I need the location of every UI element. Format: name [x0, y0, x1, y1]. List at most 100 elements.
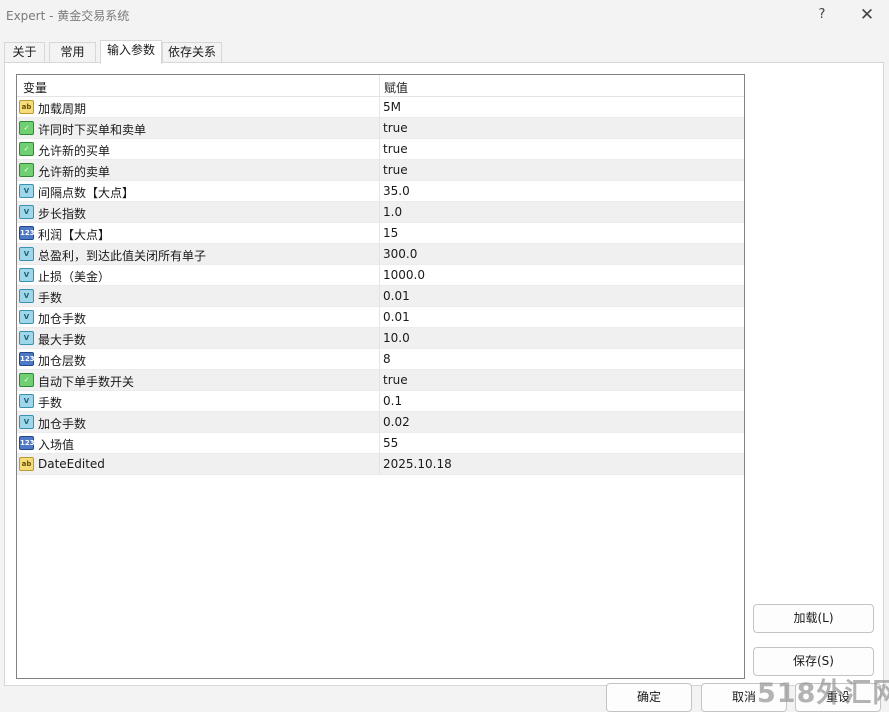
bool-type-icon: ✓ [19, 142, 34, 156]
table-row[interactable]: V 加仓手数 0.02 [17, 412, 744, 433]
parameter-value[interactable]: 0.1 [383, 394, 402, 408]
parameter-value[interactable]: 8 [383, 352, 391, 366]
double-type-icon: V [19, 184, 34, 198]
cell-divider [379, 307, 380, 328]
parameter-value[interactable]: 0.02 [383, 415, 410, 429]
parameter-name: 允许新的卖单 [38, 165, 111, 179]
table-row[interactable]: V 总盈利，到达此值关闭所有单子 300.0 [17, 244, 744, 265]
parameter-value[interactable]: true [383, 163, 408, 177]
watermark-logo: 518外汇网 [757, 678, 889, 709]
cell-divider [379, 244, 380, 265]
table-row[interactable]: V 间隔点数【大点】 35.0 [17, 181, 744, 202]
tab-common[interactable]: 常用 [49, 42, 96, 63]
int-type-icon: 123 [19, 226, 35, 240]
parameter-name: 加载周期 [38, 102, 87, 116]
table-row[interactable]: V 手数 0.1 [17, 391, 744, 412]
parameter-value[interactable]: true [383, 142, 408, 156]
tab-about[interactable]: 关于 [4, 42, 45, 63]
parameter-value[interactable]: 35.0 [383, 184, 410, 198]
cell-divider [379, 370, 380, 391]
int-type-icon: 123 [19, 436, 35, 450]
bool-type-icon: ✓ [19, 373, 34, 387]
cell-divider [379, 139, 380, 160]
parameter-value[interactable]: true [383, 373, 408, 387]
tab-inputs[interactable]: 输入参数 [100, 40, 162, 64]
table-row[interactable]: 123 入场值 55 [17, 433, 744, 454]
parameter-name: 入场值 [38, 438, 75, 452]
table-row[interactable]: V 手数 0.01 [17, 286, 744, 307]
parameter-name: 手数 [38, 291, 63, 305]
cell-divider [379, 433, 380, 454]
cell-divider [379, 202, 380, 223]
int-type-icon: 123 [19, 352, 35, 366]
load-button[interactable]: 加载(L) [753, 604, 874, 633]
cell-divider [379, 265, 380, 286]
grid-rows: ab 加载周期 5M ✓ 许同时下买单和卖单 true ✓ 允许新的买单 true ✓ 允许新的卖… [17, 97, 744, 475]
table-row[interactable]: V 止损（美金） 1000.0 [17, 265, 744, 286]
parameter-name: 加仓层数 [38, 354, 87, 368]
cell-divider [379, 391, 380, 412]
cell-divider [379, 286, 380, 307]
cell-divider [379, 118, 380, 139]
parameter-value[interactable]: 1000.0 [383, 268, 425, 282]
column-header-value[interactable]: 赋值 [384, 79, 408, 96]
table-row[interactable]: ✓ 自动下单手数开关 true [17, 370, 744, 391]
table-row[interactable]: 123 利润【大点】 15 [17, 223, 744, 244]
parameter-name: 加仓手数 [38, 312, 87, 326]
table-row[interactable]: V 加仓手数 0.01 [17, 307, 744, 328]
parameter-name: 手数 [38, 396, 63, 410]
double-type-icon: V [19, 415, 34, 429]
parameter-value[interactable]: 2025.10.18 [383, 457, 452, 471]
ok-button[interactable]: 确定 [606, 683, 692, 712]
bool-type-icon: ✓ [19, 121, 34, 135]
cell-divider [379, 97, 380, 118]
cell-divider [379, 412, 380, 433]
string-type-icon: ab [19, 457, 34, 471]
cell-divider [379, 328, 380, 349]
parameter-value[interactable]: 0.01 [383, 310, 410, 324]
table-row[interactable]: ✓ 许同时下买单和卖单 true [17, 118, 744, 139]
parameter-value[interactable]: 10.0 [383, 331, 410, 345]
table-row[interactable]: ab DateEdited 2025.10.18 [17, 454, 744, 475]
table-row[interactable]: V 最大手数 10.0 [17, 328, 744, 349]
parameter-value[interactable]: 55 [383, 436, 398, 450]
parameter-name: 步长指数 [38, 207, 87, 221]
table-row[interactable]: ab 加载周期 5M [17, 97, 744, 118]
parameters-grid: 变量 赋值 ab 加载周期 5M ✓ 许同时下买单和卖单 true ✓ 允许新的买单 true… [16, 74, 745, 679]
table-row[interactable]: ✓ 允许新的卖单 true [17, 160, 744, 181]
double-type-icon: V [19, 331, 34, 345]
parameter-name: 总盈利，到达此值关闭所有单子 [38, 249, 207, 263]
grid-header: 变量 赋值 [17, 75, 744, 97]
table-row[interactable]: V 步长指数 1.0 [17, 202, 744, 223]
column-divider[interactable] [379, 75, 380, 97]
tab-dependencies[interactable]: 依存关系 [162, 42, 222, 63]
double-type-icon: V [19, 268, 34, 282]
table-row[interactable]: 123 加仓层数 8 [17, 349, 744, 370]
double-type-icon: V [19, 289, 34, 303]
parameter-value[interactable]: 15 [383, 226, 398, 240]
double-type-icon: V [19, 310, 34, 324]
close-icon[interactable]: ✕ [845, 0, 889, 30]
parameter-name: 自动下单手数开关 [38, 375, 135, 389]
parameter-value[interactable]: 0.01 [383, 289, 410, 303]
cell-divider [379, 223, 380, 244]
cell-divider [379, 160, 380, 181]
parameter-value[interactable]: 5M [383, 100, 401, 114]
parameter-value[interactable]: 300.0 [383, 247, 417, 261]
cell-divider [379, 181, 380, 202]
parameter-name: 允许新的买单 [38, 144, 111, 158]
cell-divider [379, 454, 380, 475]
parameter-value[interactable]: 1.0 [383, 205, 402, 219]
double-type-icon: V [19, 394, 34, 408]
help-icon[interactable]: ? [800, 0, 844, 30]
inputs-panel: 变量 赋值 ab 加载周期 5M ✓ 许同时下买单和卖单 true ✓ 允许新的买单 true… [4, 62, 884, 686]
parameter-value[interactable]: true [383, 121, 408, 135]
column-header-variable[interactable]: 变量 [23, 79, 47, 96]
title-bar: Expert - 黄金交易系统 ? ✕ [0, 0, 889, 30]
cell-divider [379, 349, 380, 370]
window-title: Expert - 黄金交易系统 [6, 9, 130, 23]
parameter-name: 最大手数 [38, 333, 87, 347]
table-row[interactable]: ✓ 允许新的买单 true [17, 139, 744, 160]
parameter-name: DateEdited [38, 457, 105, 471]
parameter-name: 止损（美金） [38, 270, 111, 284]
